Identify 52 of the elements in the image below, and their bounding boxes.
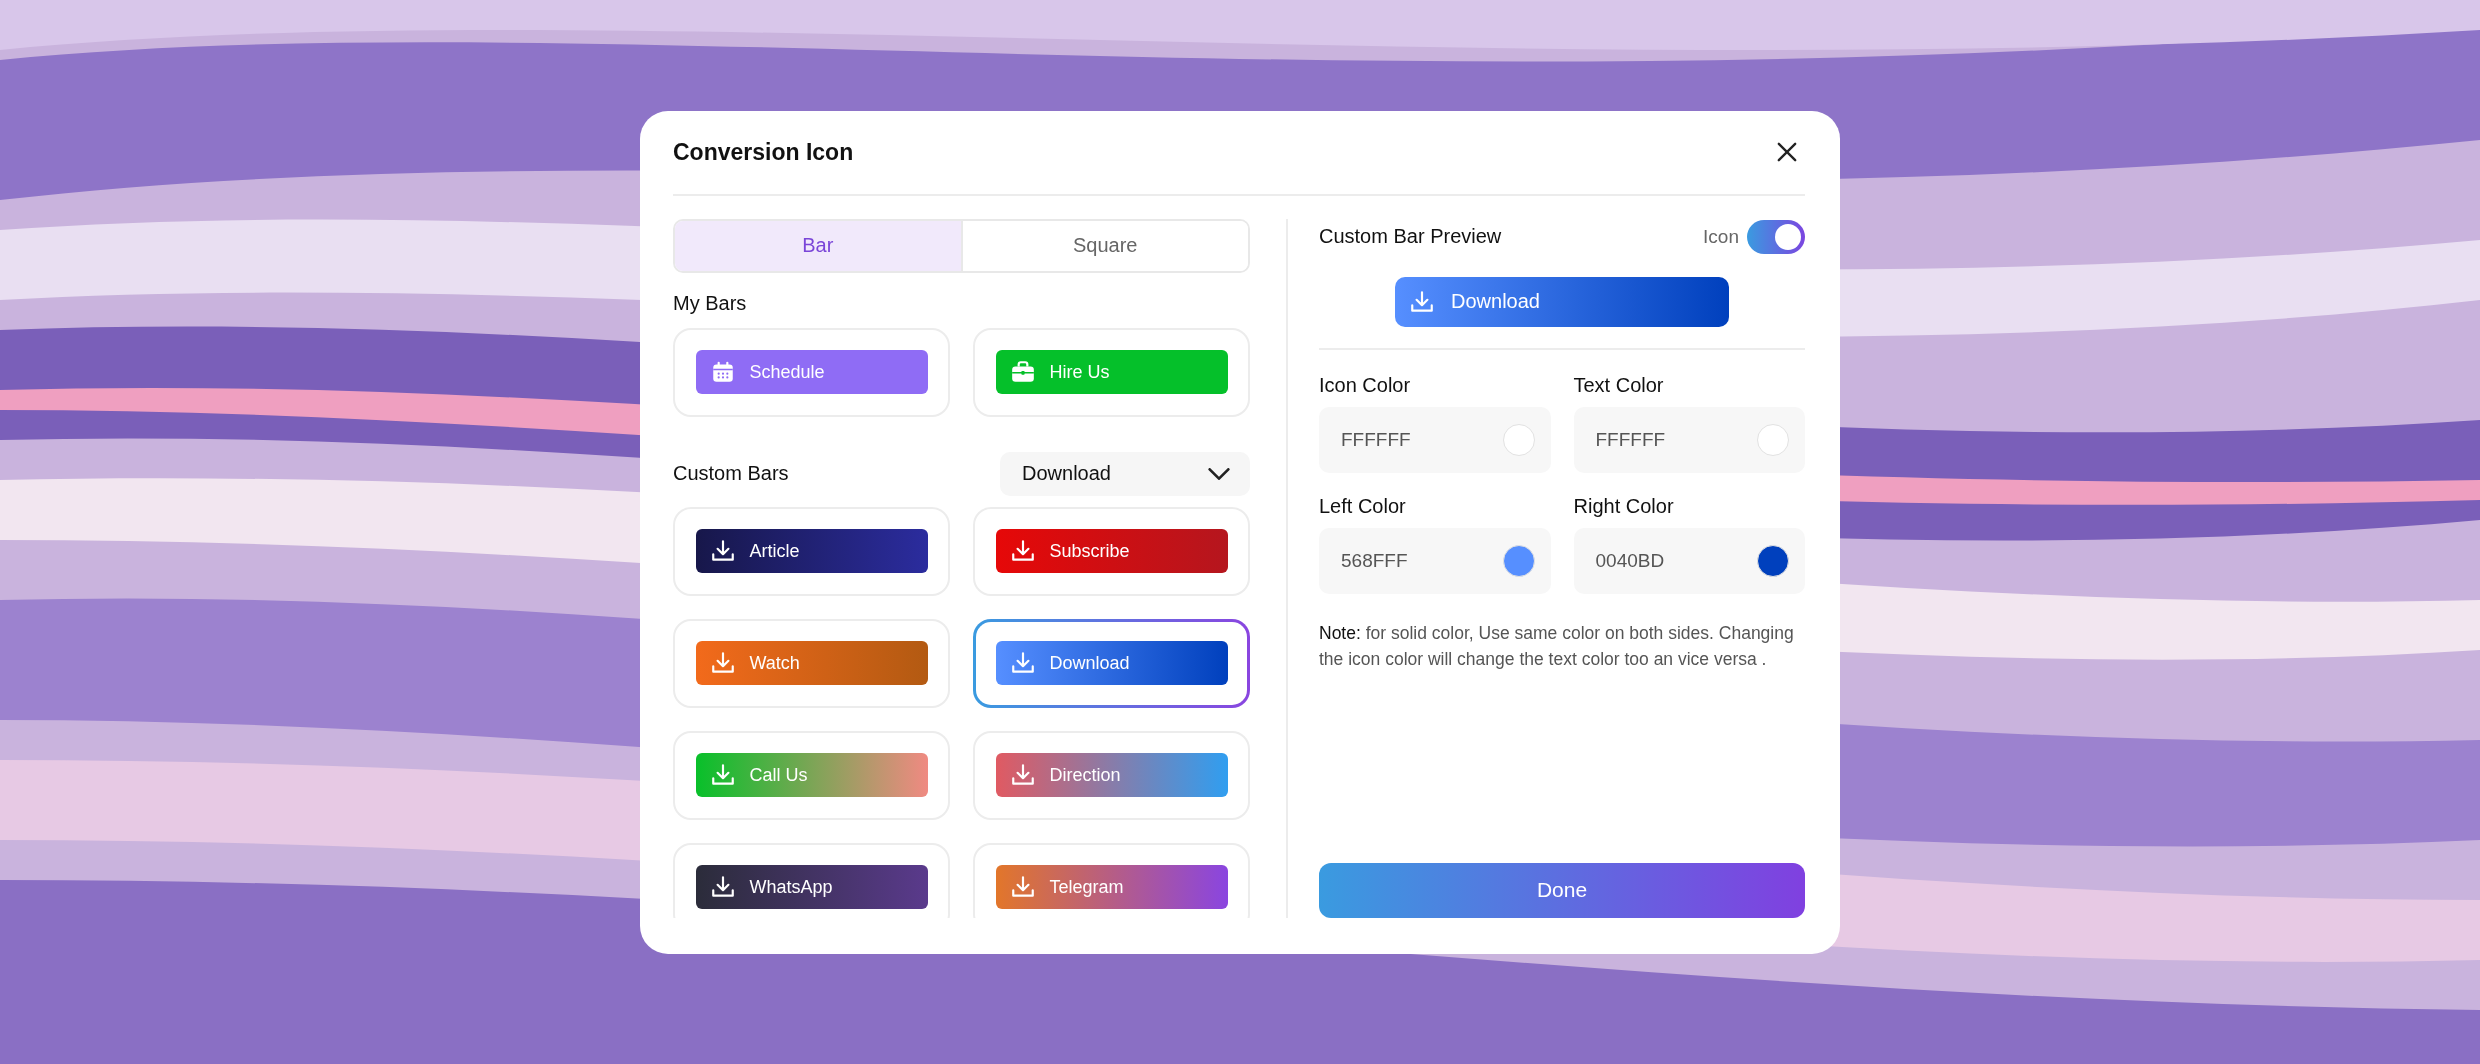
download-icon [709, 762, 736, 788]
bar-option-card[interactable]: Call Us [673, 730, 950, 820]
section-heading: Custom Bars [673, 462, 789, 485]
color-swatch[interactable] [1757, 544, 1789, 577]
download-icon [709, 874, 736, 900]
toggle-label: Icon [1703, 225, 1739, 248]
bar-label: Call Us [749, 764, 808, 786]
field-label: Right Color [1573, 494, 1675, 518]
color-field[interactable]: 0040BD [1573, 527, 1805, 594]
bar-label: WhatsApp [749, 876, 833, 898]
bar-option-card[interactable]: Article [673, 506, 950, 596]
download-icon [1009, 762, 1036, 788]
color-swatch[interactable] [1757, 423, 1789, 456]
download-icon [1009, 650, 1036, 676]
bar-label: Telegram [1049, 876, 1124, 898]
bar-option-card[interactable]: Subscribe [973, 506, 1250, 596]
bar-label: Article [749, 540, 800, 562]
section-heading: My Bars [673, 291, 748, 315]
download-icon [709, 650, 736, 676]
bar-type-dropdown[interactable]: Download [1000, 451, 1250, 496]
bar-label: Subscribe [1049, 540, 1130, 562]
briefcase-icon [1009, 359, 1036, 385]
bar-label: Hire Us [1049, 361, 1110, 383]
bar-option-card[interactable]: Schedule [673, 327, 950, 417]
tab[interactable]: Bar [675, 220, 963, 271]
download-icon [1009, 538, 1036, 564]
bar-option-card[interactable]: Telegram [973, 842, 1250, 918]
chevron-down-icon [1208, 467, 1230, 480]
bar-option-card[interactable]: Watch [673, 618, 950, 708]
bar-option-card[interactable]: WhatsApp [673, 842, 950, 918]
field-label: Icon Color [1319, 373, 1412, 397]
icon-toggle[interactable] [1747, 219, 1805, 254]
bar-label: Download [1049, 652, 1130, 674]
dialog-title: Conversion Icon [673, 138, 854, 166]
bar-option-card[interactable]: Direction [973, 730, 1250, 820]
color-swatch[interactable] [1502, 423, 1535, 456]
field-label: Text Color [1573, 373, 1665, 397]
download-icon [1409, 288, 1435, 315]
section-heading: Custom Bar Preview [1319, 225, 1502, 248]
bar-label: Direction [1049, 764, 1121, 786]
bar-label: Download [1451, 290, 1540, 313]
color-field[interactable]: 568FFF [1319, 527, 1551, 594]
color-field[interactable]: FFFFFF [1319, 406, 1551, 473]
bar-label: Watch [749, 652, 800, 674]
done-button[interactable]: Done [1319, 862, 1805, 918]
field-label: Left Color [1319, 494, 1407, 518]
color-swatch[interactable] [1502, 544, 1535, 577]
bar-label: Schedule [749, 361, 825, 383]
note-text: Note: for solid color, Use same color on both sides. Changing the icon color will change the text color too an vice versa . [1319, 621, 1795, 671]
color-field[interactable]: FFFFFF [1573, 406, 1805, 473]
download-icon [1009, 874, 1036, 900]
download-icon [709, 538, 736, 564]
